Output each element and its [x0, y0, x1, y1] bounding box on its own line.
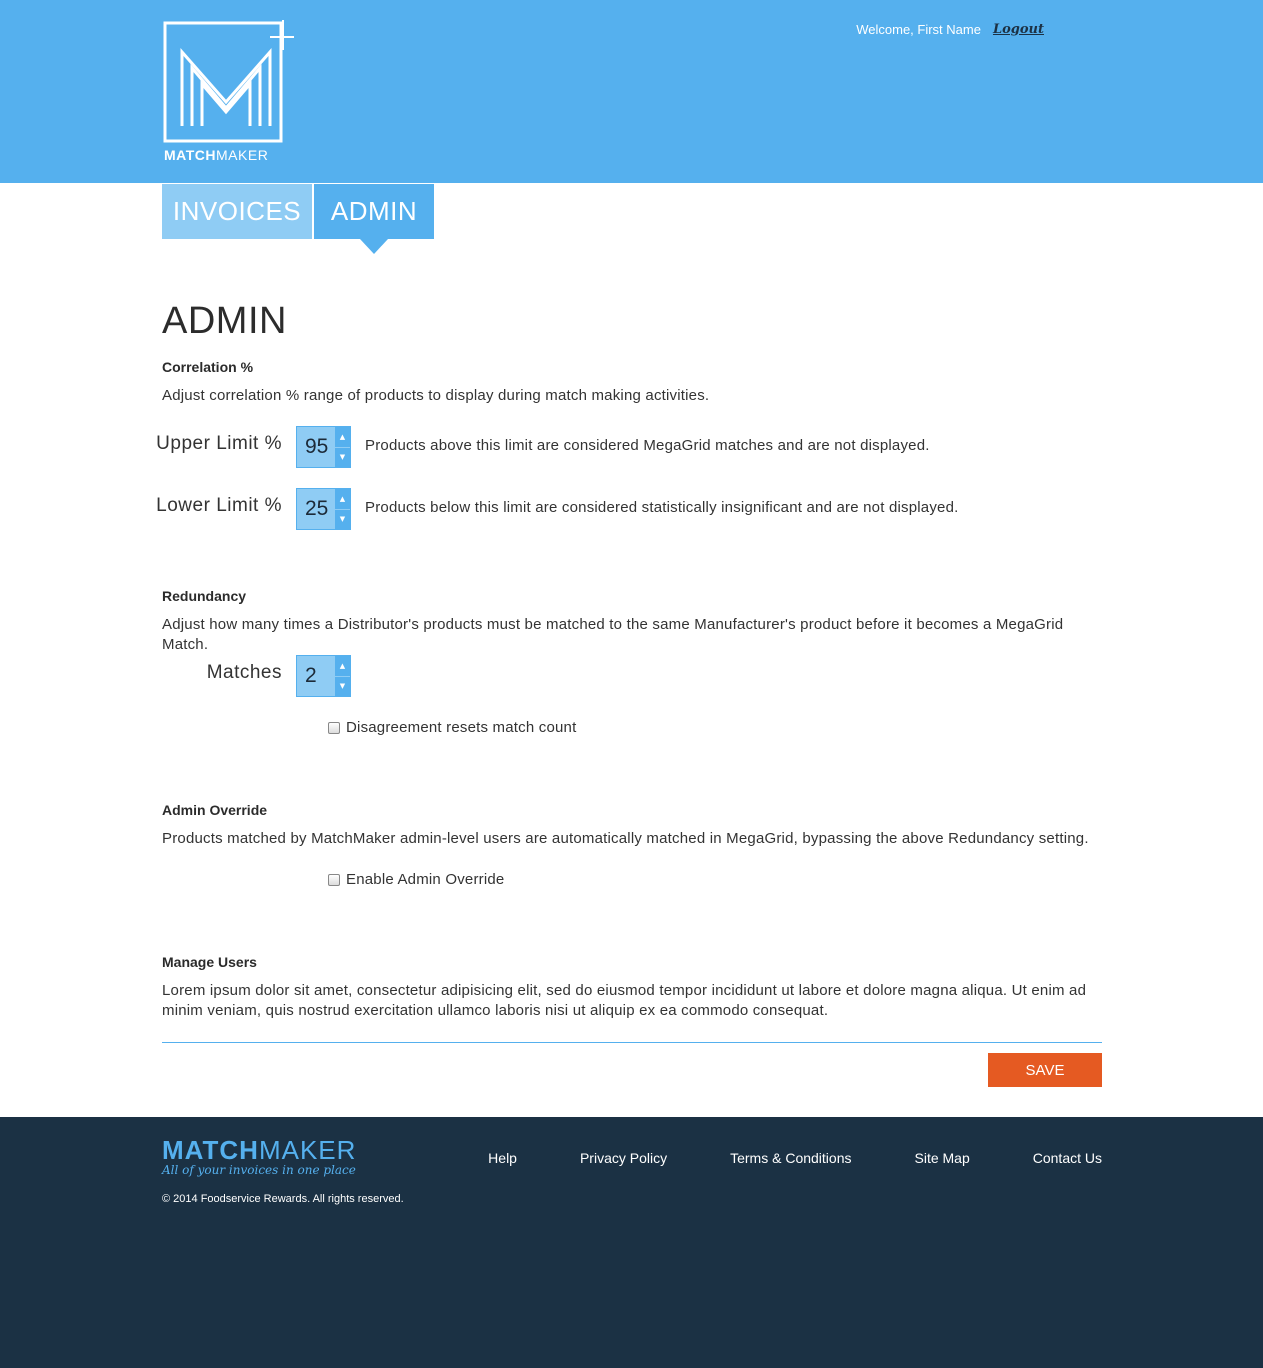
upper-limit-stepper[interactable]: 95 ▲ ▼	[296, 426, 351, 468]
spinner-down-icon[interactable]: ▼	[335, 448, 350, 468]
save-button[interactable]: SAVE	[988, 1053, 1102, 1087]
tab-admin[interactable]: ADMIN	[314, 184, 434, 254]
footer-logo[interactable]: MATCHMAKER	[162, 1135, 356, 1166]
correlation-heading: Correlation %	[162, 359, 254, 375]
manage-users-heading: Manage Users	[162, 954, 257, 970]
footer-nav: Help Privacy Policy Terms & Conditions S…	[488, 1150, 1102, 1166]
admin-override-option[interactable]: Enable Admin Override	[328, 871, 504, 888]
upper-limit-label: Upper Limit %	[156, 433, 282, 454]
checkbox-icon[interactable]	[328, 721, 340, 734]
copyright: © 2014 Foodservice Rewards. All rights r…	[162, 1193, 404, 1205]
page-title: ADMIN	[162, 300, 287, 342]
footer-link-help[interactable]: Help	[488, 1150, 517, 1166]
logo-text: MATCHMAKER	[164, 147, 269, 163]
footer-link-privacy[interactable]: Privacy Policy	[580, 1150, 667, 1166]
matches-label: Matches	[206, 662, 282, 683]
lower-limit-value[interactable]: 25	[297, 489, 335, 529]
lower-limit-stepper[interactable]: 25 ▲ ▼	[296, 488, 351, 530]
spinner-up-icon[interactable]: ▲	[335, 489, 350, 510]
manage-users-description: Lorem ipsum dolor sit amet, consectetur …	[162, 982, 1087, 1019]
spinner-up-icon[interactable]: ▲	[335, 656, 350, 677]
correlation-description: Adjust correlation % range of products t…	[162, 387, 710, 404]
spinner-down-icon[interactable]: ▼	[335, 677, 350, 697]
lower-limit-label: Lower Limit %	[156, 495, 282, 516]
tab-invoices[interactable]: INVOICES	[162, 184, 312, 239]
redundancy-description: Adjust how many times a Distributor's pr…	[162, 616, 1064, 653]
checkbox-icon[interactable]	[328, 873, 340, 886]
matches-stepper[interactable]: 2 ▲ ▼	[296, 655, 351, 697]
matches-value[interactable]: 2	[297, 656, 335, 696]
spinner-down-icon[interactable]: ▼	[335, 510, 350, 530]
spinner-up-icon[interactable]: ▲	[335, 427, 350, 448]
upper-limit-value[interactable]: 95	[297, 427, 335, 467]
disagreement-reset-label: Disagreement resets match count	[346, 719, 577, 736]
disagreement-reset-option[interactable]: Disagreement resets match count	[328, 719, 576, 736]
divider	[162, 1042, 1102, 1043]
override-heading: Admin Override	[162, 802, 268, 818]
footer-link-terms[interactable]: Terms & Conditions	[730, 1150, 851, 1166]
footer-link-sitemap[interactable]: Site Map	[915, 1150, 970, 1166]
user-greeting: Welcome, First Name Logout	[856, 22, 1044, 37]
footer-tagline: All of your invoices in one place	[162, 1163, 356, 1177]
footer-link-contact[interactable]: Contact Us	[1033, 1150, 1102, 1166]
admin-override-label: Enable Admin Override	[346, 871, 505, 888]
main-tabs: INVOICES ADMIN	[162, 184, 434, 254]
welcome-text: Welcome, First Name	[856, 22, 981, 37]
lower-limit-help: Products below this limit are considered…	[365, 499, 959, 516]
redundancy-heading: Redundancy	[162, 588, 247, 604]
logout-link[interactable]: Logout	[993, 22, 1044, 37]
override-description: Products matched by MatchMaker admin-lev…	[162, 830, 1089, 847]
upper-limit-help: Products above this limit are considered…	[365, 437, 930, 454]
matchmaker-logo-icon[interactable]	[162, 20, 294, 165]
